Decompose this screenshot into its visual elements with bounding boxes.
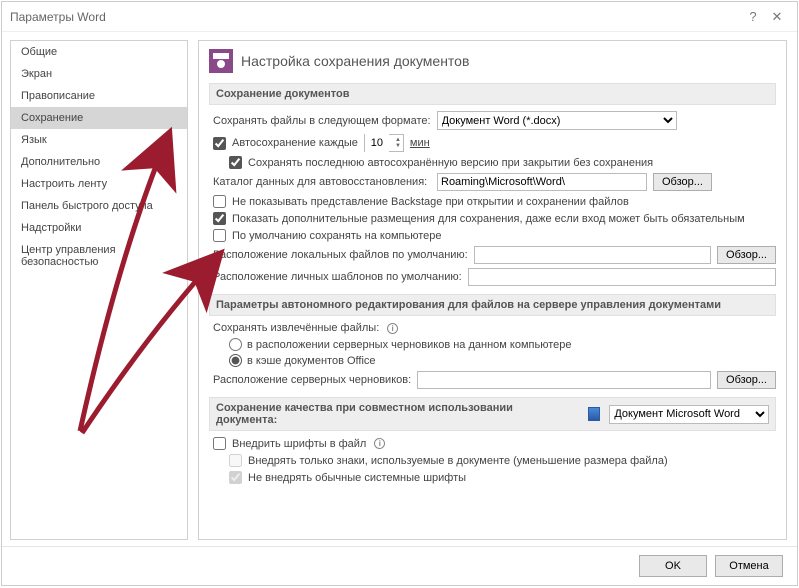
cancel-button[interactable]: Отмена xyxy=(715,555,783,577)
embed-fonts-label: Внедрить шрифты в файл xyxy=(232,438,366,450)
save-local-default-label: По умолчанию сохранять на компьютере xyxy=(232,230,441,242)
sidebar-item-addins[interactable]: Надстройки xyxy=(11,217,187,239)
section-offline: Параметры автономного редактирования для… xyxy=(209,294,776,316)
autorecover-browse-button[interactable]: Обзор... xyxy=(653,173,712,191)
save-disk-icon xyxy=(209,49,233,73)
autosave-spinner[interactable]: ▲▼ xyxy=(364,134,404,152)
local-files-browse-button[interactable]: Обзор... xyxy=(717,246,776,264)
format-select[interactable]: Документ Word (*.docx) xyxy=(437,111,677,130)
embed-chars-only-label: Внедрять только знаки, используемые в до… xyxy=(248,455,668,467)
section-fidelity: Сохранение качества при совместном испол… xyxy=(209,397,776,431)
save-local-default-checkbox[interactable] xyxy=(213,229,226,242)
embed-chars-only-checkbox xyxy=(229,454,242,467)
options-dialog: Параметры Word ? ✕ Общие Экран Правописа… xyxy=(1,1,798,586)
no-backstage-checkbox[interactable] xyxy=(213,195,226,208)
local-files-input[interactable] xyxy=(474,246,711,264)
drafts-browse-button[interactable]: Обзор... xyxy=(717,371,776,389)
autosave-unit: мин xyxy=(410,137,430,149)
sidebar-item-display[interactable]: Экран xyxy=(11,63,187,85)
info-icon-fonts[interactable]: i xyxy=(374,438,385,449)
templates-input[interactable] xyxy=(468,268,776,286)
options-content: Настройка сохранения документов Сохранен… xyxy=(198,40,787,540)
local-files-label: Расположение локальных файлов по умолчан… xyxy=(213,249,468,261)
autosave-label: Автосохранение каждые xyxy=(232,137,358,149)
radio-drafts[interactable] xyxy=(229,338,242,351)
category-sidebar: Общие Экран Правописание Сохранение Язык… xyxy=(10,40,188,540)
fidelity-title: Сохранение качества при совместном испол… xyxy=(216,402,576,426)
no-backstage-label: Не показывать представление Backstage пр… xyxy=(232,196,629,208)
keep-last-auto-label: Сохранять последнюю автосохранённую верс… xyxy=(248,157,653,169)
no-system-fonts-checkbox xyxy=(229,471,242,484)
window-title: Параметры Word xyxy=(10,10,741,24)
sidebar-item-trust-center[interactable]: Центр управления безопасностью xyxy=(11,239,187,273)
radio-cache[interactable] xyxy=(229,354,242,367)
sidebar-item-customize-ribbon[interactable]: Настроить ленту xyxy=(11,173,187,195)
close-button[interactable]: ✕ xyxy=(765,9,789,25)
autorecover-path[interactable] xyxy=(437,173,647,191)
section-save-documents: Сохранение документов xyxy=(209,83,776,105)
fidelity-select[interactable]: Документ Microsoft Word xyxy=(609,405,769,424)
radio-cache-label: в кэше документов Office xyxy=(247,355,376,367)
format-label: Сохранять файлы в следующем формате: xyxy=(213,115,431,127)
titlebar: Параметры Word ? ✕ xyxy=(2,2,797,32)
no-system-fonts-label: Не внедрять обычные системные шрифты xyxy=(248,472,466,484)
autosave-checkbox[interactable] xyxy=(213,137,226,150)
sidebar-item-save[interactable]: Сохранение xyxy=(11,107,187,129)
help-button[interactable]: ? xyxy=(741,9,765,24)
show-additional-label: Показать дополнительные размещения для с… xyxy=(232,213,745,225)
dialog-footer: OK Отмена xyxy=(2,546,797,585)
sidebar-item-proofing[interactable]: Правописание xyxy=(11,85,187,107)
embed-fonts-checkbox[interactable] xyxy=(213,437,226,450)
sidebar-item-quick-access[interactable]: Панель быстрого доступа xyxy=(11,195,187,217)
checked-out-label: Сохранять извлечённые файлы: xyxy=(213,322,379,334)
sidebar-item-language[interactable]: Язык xyxy=(11,129,187,151)
page-title: Настройка сохранения документов xyxy=(241,53,469,69)
word-doc-icon xyxy=(588,407,600,421)
spinner-arrows[interactable]: ▲▼ xyxy=(395,137,403,149)
sidebar-item-advanced[interactable]: Дополнительно xyxy=(11,151,187,173)
drafts-label: Расположение серверных черновиков: xyxy=(213,374,411,386)
autosave-value[interactable] xyxy=(365,134,389,152)
sidebar-item-general[interactable]: Общие xyxy=(11,41,187,63)
autorecover-label: Каталог данных для автовосстановления: xyxy=(213,176,431,188)
ok-button[interactable]: OK xyxy=(639,555,707,577)
templates-label: Расположение личных шаблонов по умолчани… xyxy=(213,271,462,283)
keep-last-auto-checkbox[interactable] xyxy=(229,156,242,169)
drafts-input[interactable] xyxy=(417,371,711,389)
radio-drafts-label: в расположении серверных черновиков на д… xyxy=(247,339,571,351)
show-additional-checkbox[interactable] xyxy=(213,212,226,225)
info-icon[interactable]: i xyxy=(387,323,398,334)
